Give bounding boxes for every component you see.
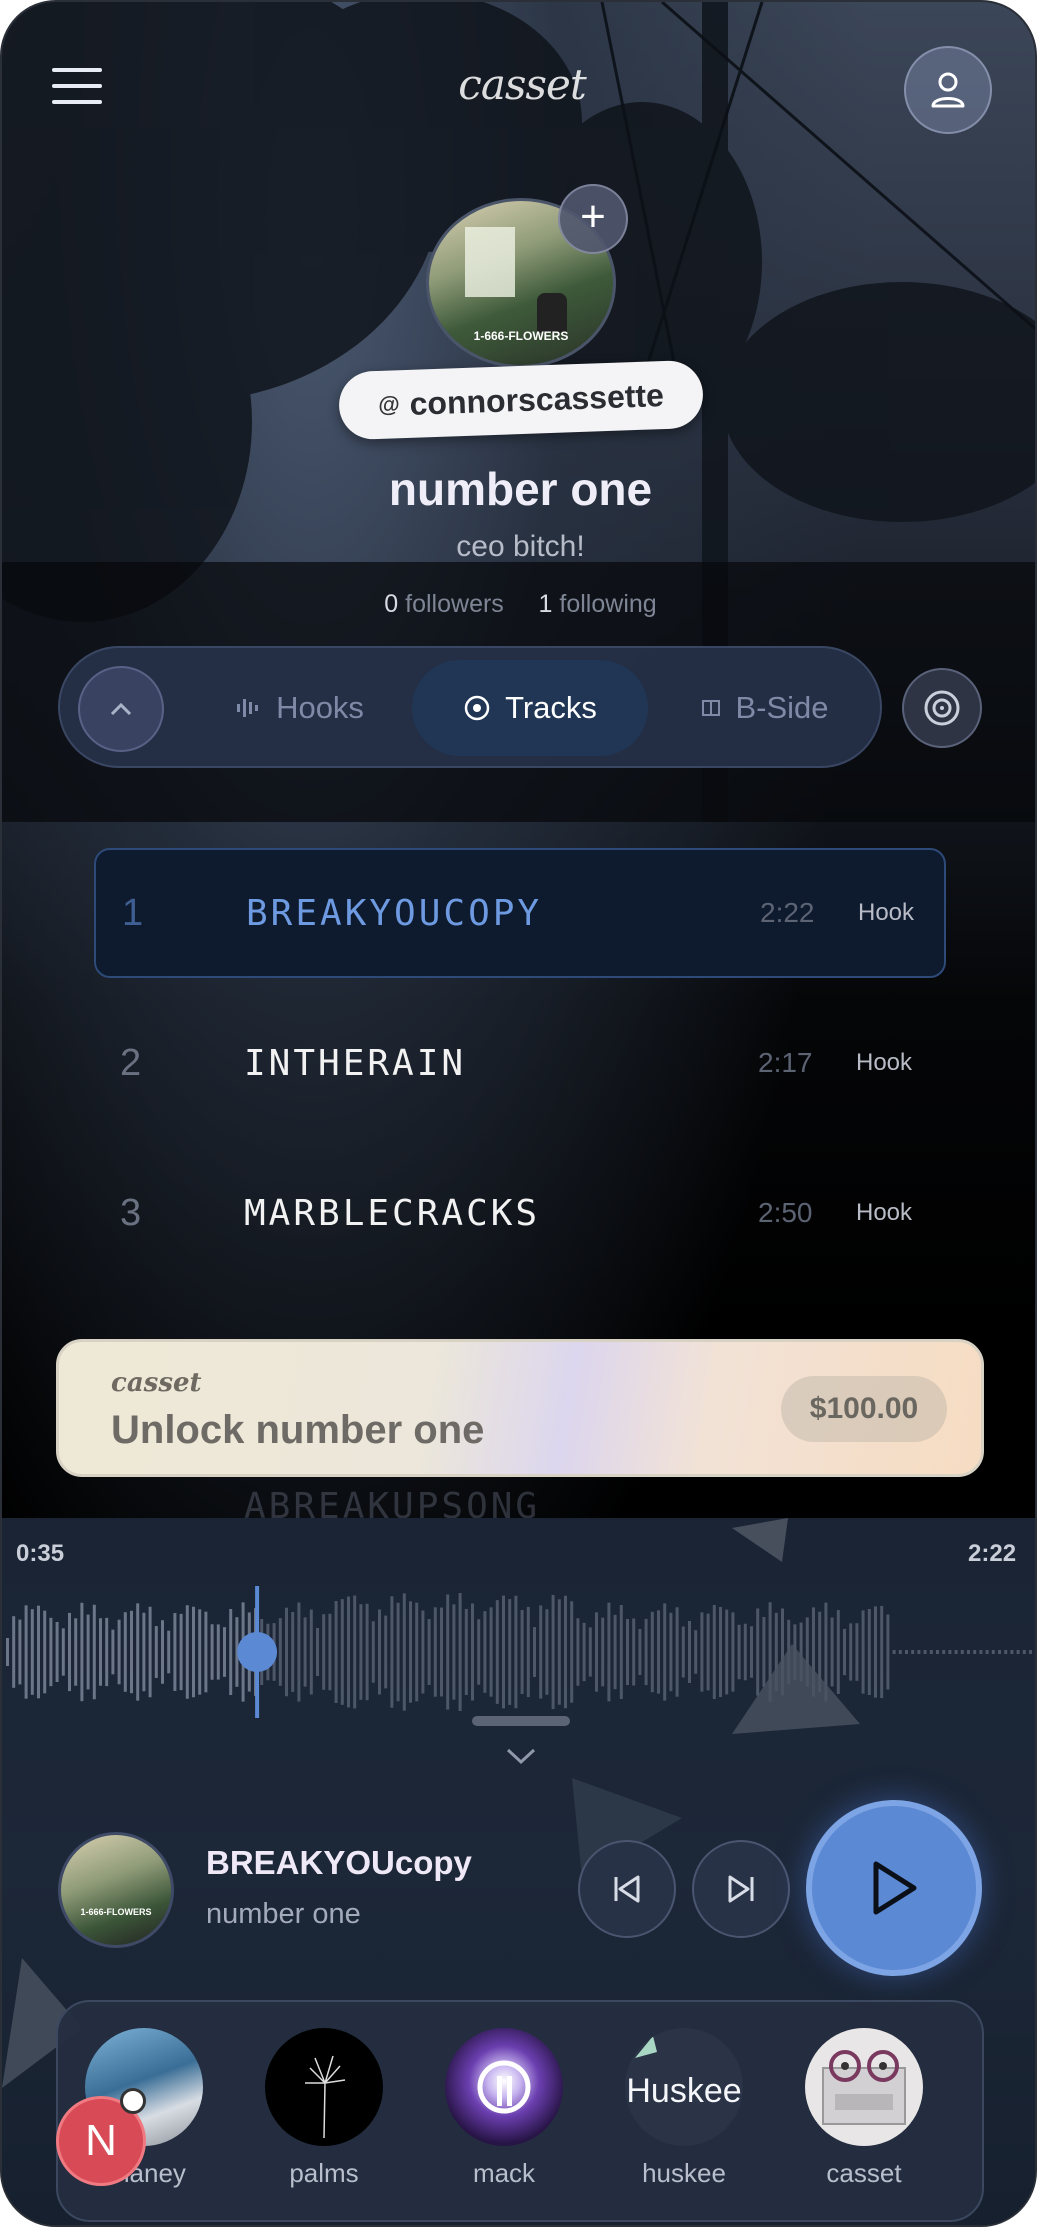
content-tab-bar: Hooks Tracks B-Side — [58, 646, 882, 768]
track-row[interactable]: 2 INTHERAIN 2:17 Hook — [94, 998, 946, 1128]
track-tag: Hook — [858, 899, 915, 926]
dock-item-label: casset — [826, 2158, 902, 2188]
track-number: 1 — [122, 891, 144, 934]
app-screen: casset 1-666-FLOWERS + @ connorscassette… — [0, 0, 1037, 2227]
huskee-logo: Huskee — [626, 2072, 742, 2110]
elapsed-time: 0:35 — [16, 1540, 65, 1567]
next-button[interactable] — [692, 1840, 790, 1938]
track-title: MARBLECRACKS — [244, 1192, 541, 1234]
waveform-icon — [237, 699, 259, 717]
disc-button[interactable] — [902, 668, 982, 748]
now-playing-artist: number one — [206, 1898, 361, 1930]
tab-bside-label: B-Side — [735, 690, 829, 725]
panel-grabber[interactable] — [472, 1716, 570, 1726]
chevron-down-icon[interactable] — [504, 1744, 538, 1768]
plus-icon: + — [580, 192, 606, 241]
dock-item-casset[interactable]: casset — [794, 2028, 934, 2189]
dock-item-huskee[interactable]: Huskee huskee — [614, 2028, 754, 2189]
mack-avatar — [445, 2028, 563, 2146]
collapse-button[interactable] — [78, 666, 164, 752]
user-icon — [931, 72, 965, 108]
app-logo: casset — [458, 60, 586, 109]
track-number: 3 — [120, 1191, 142, 1234]
profile-bio: ceo bitch! — [456, 530, 585, 563]
track-tag: Hook — [856, 1199, 913, 1226]
play-icon — [873, 1861, 917, 1915]
track-title: BREAKYOUCOPY — [246, 892, 543, 934]
followers-count[interactable]: 0 — [384, 590, 398, 618]
track-tag: Hook — [856, 1049, 913, 1076]
tab-bside[interactable]: B-Side — [660, 660, 870, 756]
play-button[interactable] — [806, 1800, 982, 1976]
split-square-icon — [702, 700, 721, 716]
tab-tracks[interactable]: Tracks — [412, 660, 648, 756]
now-playing-artwork[interactable]: 1-666-FLOWERS — [58, 1832, 174, 1948]
dock-item-mack[interactable]: mack — [434, 2028, 574, 2189]
track-row[interactable]: 3 MARBLECRACKS 2:50 Hook — [94, 1148, 946, 1278]
skip-back-icon — [614, 1875, 640, 1903]
avatar-caption: 1-666-FLOWERS — [473, 329, 569, 343]
profile-button[interactable] — [904, 46, 992, 134]
handle-text: connorscassette — [408, 376, 665, 422]
at-icon: @ — [377, 391, 401, 417]
menu-button[interactable] — [52, 68, 102, 108]
follow-button[interactable]: + — [558, 184, 628, 254]
notification-dot — [120, 2088, 146, 2114]
unlock-label: Unlock number one — [111, 1408, 485, 1452]
decorative-triangle — [732, 1644, 860, 1734]
total-time: 2:22 — [968, 1540, 1017, 1567]
track-number: 2 — [120, 1041, 142, 1084]
hamburger-icon — [52, 68, 102, 72]
track-duration: 2:50 — [758, 1197, 813, 1228]
unlock-price-button[interactable]: $100.00 — [781, 1376, 947, 1442]
track-row[interactable]: 1 BREAKYOUCOPY 2:22 Hook — [94, 848, 946, 978]
tab-tracks-label: Tracks — [505, 690, 597, 725]
track-title: INTHERAIN — [244, 1042, 467, 1084]
now-playing-art-caption: 1-666-FLOWERS — [80, 1907, 152, 1917]
track-duration: 2:22 — [760, 897, 815, 928]
unlock-brand: casset — [111, 1368, 202, 1398]
following-label[interactable]: following — [559, 590, 656, 618]
decorative-triangle — [732, 1518, 788, 1562]
followers-label[interactable]: followers — [405, 590, 504, 618]
following-dock: zhaney palms mack Huskee huskee casset — [56, 2000, 984, 2222]
playhead-knob[interactable] — [237, 1632, 278, 1672]
dock-item-palms[interactable]: palms — [254, 2028, 394, 2189]
huskee-avatar: Huskee — [625, 2028, 743, 2146]
unlock-banner[interactable]: casset Unlock number one $100.00 — [56, 1339, 984, 1477]
profile-name: number one — [388, 463, 653, 515]
disc-icon — [924, 690, 960, 726]
dock-item-label: huskee — [642, 2158, 726, 2188]
chevron-up-icon — [110, 702, 132, 716]
dock-item-label: palms — [289, 2158, 359, 2188]
palms-avatar — [265, 2028, 383, 2146]
tab-hooks-label: Hooks — [276, 690, 364, 725]
following-count[interactable]: 1 — [539, 590, 553, 618]
dock-item-label: mack — [472, 2158, 536, 2188]
handle-badge[interactable]: @ connorscassette — [337, 359, 705, 441]
follow-stats: 0 followers 1 following — [2, 590, 1035, 619]
waveform-scrubber[interactable] — [2, 1582, 1037, 1722]
tab-hooks[interactable]: Hooks — [200, 660, 400, 756]
now-playing-title: BREAKYOUcopy — [206, 1844, 472, 1881]
casset-avatar — [805, 2028, 923, 2146]
skip-forward-icon — [728, 1875, 754, 1903]
previous-button[interactable] — [578, 1840, 676, 1938]
target-icon — [464, 695, 490, 721]
track-duration: 2:17 — [758, 1047, 813, 1078]
